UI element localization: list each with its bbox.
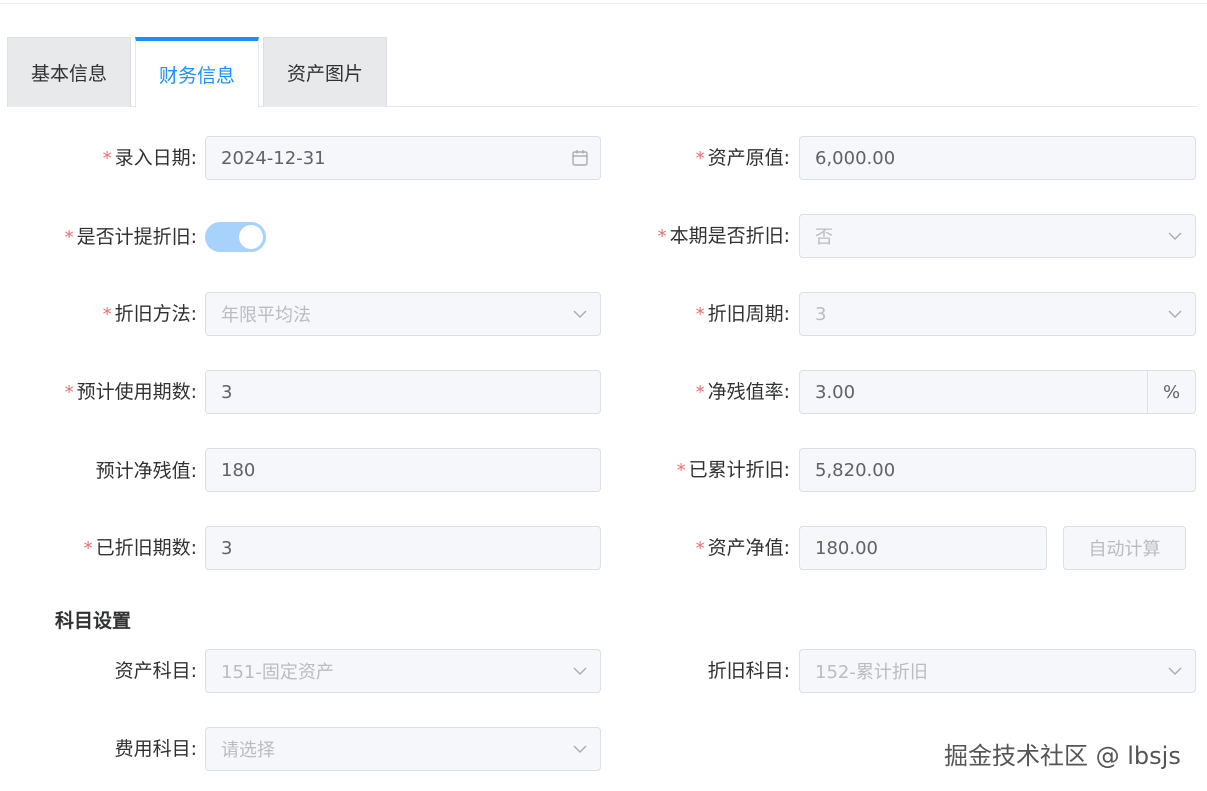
chevron-down-icon (1155, 293, 1195, 335)
current-period-depreciate-label: * 本期是否折旧: (658, 214, 790, 258)
depreciation-cycle-label: * 折旧周期: (696, 292, 790, 336)
field-value: 3 (815, 303, 827, 325)
required-mark: * (64, 227, 74, 248)
watermark: 掘金技术社区 @ lbsjs (944, 742, 1181, 770)
current-period-depreciate-select[interactable]: 否 (799, 214, 1196, 258)
asset-account-label: 资产科目: (115, 649, 197, 693)
label-text: 已累计折旧: (688, 459, 790, 481)
field-value: 151-固定资产 (221, 662, 334, 683)
depreciate-toggle[interactable] (205, 222, 266, 252)
net-value-input[interactable]: 180.00 (799, 526, 1047, 570)
field-value: 2024-12-31 (221, 147, 326, 169)
field-value: 3 (221, 381, 233, 403)
field-placeholder: 请选择 (221, 740, 275, 761)
chevron-down-icon (560, 650, 600, 692)
residual-rate-input[interactable]: 3.00 % (799, 370, 1196, 414)
field-value: 180.00 (815, 537, 878, 559)
depreciation-method-label: * 折旧方法: (103, 292, 197, 336)
field-value: 5,820.00 (815, 459, 896, 481)
residual-rate-label: * 净残值率: (696, 370, 790, 414)
depreciation-account-select[interactable]: 152-累计折旧 (799, 649, 1196, 693)
entry-date-picker[interactable]: 2024-12-31 (205, 136, 601, 180)
depreciation-account-label: 折旧科目: (708, 649, 790, 693)
label-text: 折旧周期: (707, 303, 790, 325)
required-mark: * (695, 538, 705, 559)
required-mark: * (83, 538, 93, 559)
label-text: 预计净残值: (95, 460, 197, 482)
required-mark: * (64, 382, 74, 403)
field-value: 6,000.00 (815, 147, 896, 169)
expected-residual-label: 预计净残值: (96, 449, 197, 493)
chevron-down-icon (560, 728, 600, 770)
entry-date-label: * 录入日期: (103, 136, 197, 180)
expected-periods-input[interactable]: 3 (205, 370, 601, 414)
label-text: 资产科目: (114, 660, 197, 682)
depreciation-method-select[interactable]: 年限平均法 (205, 292, 601, 336)
label-text: 费用科目: (114, 738, 197, 760)
chevron-down-icon (1155, 215, 1195, 257)
depreciated-periods-input[interactable]: 3 (205, 526, 601, 570)
tab-asset-images[interactable]: 资产图片 (263, 37, 387, 107)
chevron-down-icon (560, 293, 600, 335)
expense-account-select[interactable]: 请选择 (205, 727, 601, 771)
depreciate-flag-label: * 是否计提折旧: (65, 215, 197, 259)
label-text: 本期是否折旧: (669, 225, 790, 247)
section-title: 科目设置 (55, 610, 132, 632)
field-value: 3.00 (815, 381, 856, 403)
required-mark: * (695, 382, 705, 403)
required-mark: * (102, 148, 112, 169)
field-value: 180 (221, 459, 256, 481)
accumulated-depreciation-input[interactable]: 5,820.00 (799, 448, 1196, 492)
tab-financial-info[interactable]: 财务信息 (135, 37, 259, 108)
asset-account-select[interactable]: 151-固定资产 (205, 649, 601, 693)
accumulated-depreciation-label: * 已累计折旧: (677, 448, 790, 492)
expected-periods-label: * 预计使用期数: (65, 370, 197, 414)
original-value-input[interactable]: 6,000.00 (799, 136, 1196, 180)
depreciated-periods-label: * 已折旧期数: (84, 526, 197, 570)
required-mark: * (695, 304, 705, 325)
tab-bar: 基本信息 财务信息 资产图片 (7, 37, 1197, 108)
field-value: 年限平均法 (221, 305, 311, 326)
calendar-icon[interactable] (560, 137, 600, 179)
label-text: 折旧方法: (114, 303, 197, 325)
required-mark: * (695, 148, 705, 169)
tab-basic-info[interactable]: 基本信息 (7, 37, 131, 107)
field-value: 3 (221, 537, 233, 559)
field-value: 152-累计折旧 (815, 662, 928, 683)
required-mark: * (657, 226, 667, 247)
percent-suffix: % (1147, 371, 1195, 413)
label-text: 录入日期: (114, 147, 197, 169)
label-text: 预计使用期数: (76, 381, 197, 403)
label-text: 净残值率: (707, 381, 790, 403)
expense-account-label: 费用科目: (115, 727, 197, 771)
label-text: 是否计提折旧: (76, 226, 197, 248)
auto-calc-button[interactable]: 自动计算 (1063, 526, 1186, 570)
label-text: 资产净值: (707, 537, 790, 559)
required-mark: * (102, 304, 112, 325)
chevron-down-icon (1155, 650, 1195, 692)
label-text: 折旧科目: (707, 660, 790, 682)
toggle-knob (239, 225, 263, 249)
top-border (0, 0, 1207, 4)
net-value-label: * 资产净值: (696, 526, 790, 570)
label-text: 已折旧期数: (95, 537, 197, 559)
expected-residual-input[interactable]: 180 (205, 448, 601, 492)
original-value-label: * 资产原值: (696, 136, 790, 180)
depreciation-cycle-select[interactable]: 3 (799, 292, 1196, 336)
label-text: 资产原值: (707, 147, 790, 169)
required-mark: * (676, 460, 686, 481)
field-value: 否 (815, 227, 833, 248)
